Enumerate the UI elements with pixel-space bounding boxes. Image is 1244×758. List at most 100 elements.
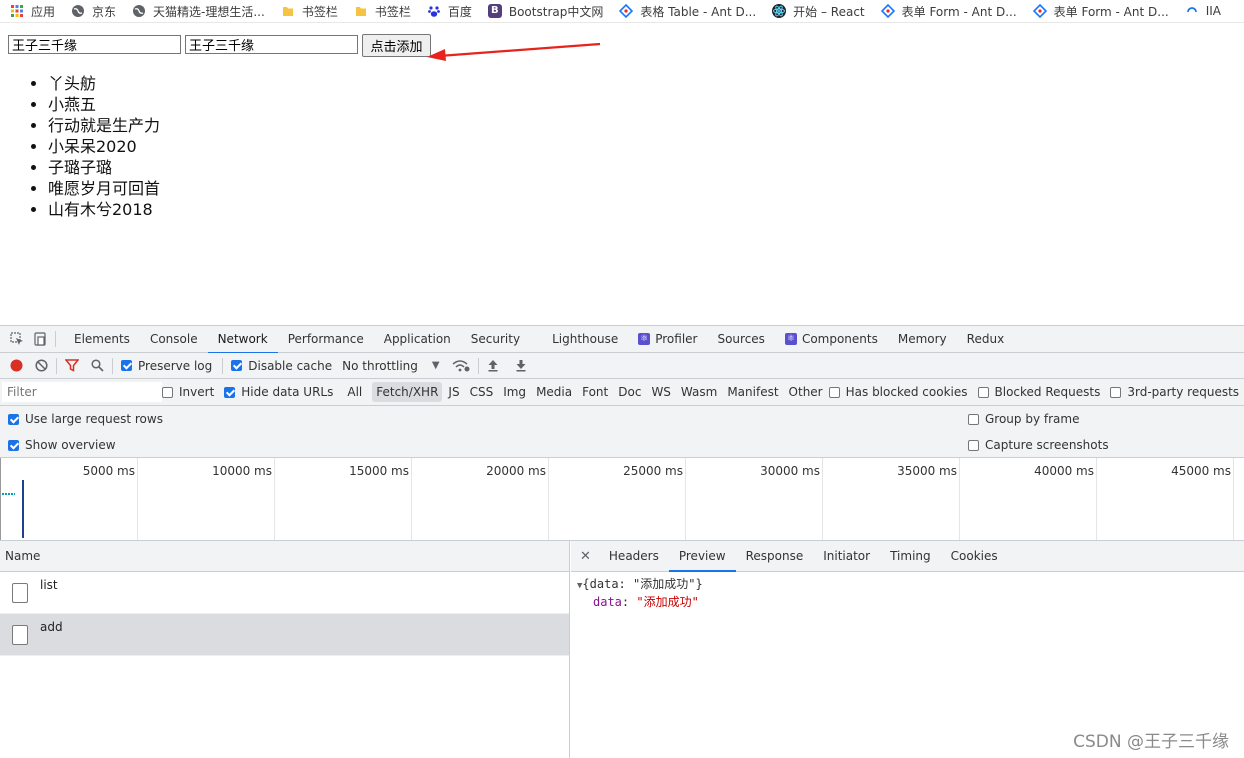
record-icon[interactable] bbox=[10, 359, 23, 372]
show-overview-label: Show overview bbox=[25, 438, 116, 452]
search-icon[interactable] bbox=[91, 359, 104, 372]
third-party-requests-checkbox[interactable]: 3rd-party requests bbox=[1110, 385, 1239, 399]
invert-label: Invert bbox=[179, 385, 215, 399]
tab-components[interactable]: ⚛ Components bbox=[775, 326, 888, 353]
tab-memory[interactable]: Memory bbox=[888, 326, 957, 353]
filter-type-manifest[interactable]: Manifest bbox=[723, 382, 782, 402]
bookmark-apps[interactable]: 应用 bbox=[10, 0, 55, 22]
checkbox-unchecked bbox=[828, 386, 840, 398]
ant-design-icon bbox=[619, 4, 634, 18]
request-list: Name list add bbox=[0, 541, 570, 758]
bookmarks-bar: 应用 京东 天猫精选-理想生活... 书签栏 书签栏 百度 B Bootstra… bbox=[0, 0, 1244, 23]
request-row-list[interactable]: list bbox=[0, 572, 569, 614]
ant-design-icon bbox=[1032, 4, 1047, 18]
disable-cache-label: Disable cache bbox=[248, 358, 333, 373]
import-har-icon[interactable] bbox=[487, 359, 499, 372]
tab-preview[interactable]: Preview bbox=[668, 541, 736, 572]
timeline-tick-label: 20000 ms bbox=[486, 464, 546, 478]
add-button[interactable]: 点击添加 bbox=[362, 34, 431, 57]
filter-funnel-icon[interactable] bbox=[65, 359, 79, 372]
checkbox-unchecked bbox=[162, 386, 173, 398]
filter-type-media[interactable]: Media bbox=[532, 382, 576, 402]
network-overview-timeline[interactable]: 5000 ms 10000 ms 15000 ms 20000 ms 25000… bbox=[0, 458, 1244, 541]
tab-security[interactable]: Security bbox=[461, 326, 542, 353]
react-extension-icon: ⚛ bbox=[638, 333, 651, 345]
bookmark-bootstrap[interactable]: B Bootstrap中文网 bbox=[487, 0, 604, 22]
toolbar-divider bbox=[56, 357, 57, 374]
network-conditions-icon[interactable] bbox=[452, 359, 470, 372]
has-blocked-cookies-checkbox[interactable]: Has blocked cookies bbox=[828, 385, 968, 399]
bookmark-antd-table[interactable]: 表格 Table - Ant D... bbox=[619, 0, 756, 22]
checkbox-checked bbox=[8, 439, 19, 451]
tab-profiler[interactable]: ⚛ Profiler bbox=[628, 326, 707, 353]
preserve-log-label: Preserve log bbox=[138, 358, 213, 373]
bookmark-antd-form-2[interactable]: 表单 Form - Ant D... bbox=[1032, 0, 1169, 22]
filter-type-font[interactable]: Font bbox=[578, 382, 612, 402]
bookmark-tmall[interactable]: 天猫精选-理想生活... bbox=[132, 0, 265, 22]
name-input-2[interactable] bbox=[185, 35, 358, 54]
device-toolbar-icon[interactable] bbox=[33, 332, 47, 346]
large-rows-checkbox[interactable]: Use large request rows bbox=[8, 412, 163, 426]
preserve-log-checkbox[interactable]: Preserve log bbox=[121, 359, 212, 373]
json-root-row[interactable]: ▼{data: "添加成功"} bbox=[577, 576, 1244, 594]
tab-timing[interactable]: Timing bbox=[880, 541, 941, 571]
bookmark-folder-2[interactable]: 书签栏 bbox=[354, 0, 411, 22]
filter-type-all[interactable]: All bbox=[343, 382, 366, 402]
third-party-requests-label: 3rd-party requests bbox=[1127, 385, 1240, 399]
group-by-frame-checkbox[interactable]: Group by frame bbox=[968, 412, 1079, 426]
tab-cookies[interactable]: Cookies bbox=[941, 541, 1008, 571]
bookmark-iia[interactable]: IIA bbox=[1185, 0, 1221, 22]
export-har-icon[interactable] bbox=[515, 359, 527, 372]
request-row-add[interactable]: add bbox=[0, 614, 569, 656]
timeline-tick-label: 35000 ms bbox=[897, 464, 957, 478]
bookmark-antd-form-1[interactable]: 表单 Form - Ant D... bbox=[880, 0, 1017, 22]
tab-console[interactable]: Console bbox=[140, 326, 208, 353]
bookmark-jd[interactable]: 京东 bbox=[71, 0, 116, 22]
tab-application[interactable]: Application bbox=[374, 326, 461, 353]
filter-type-img[interactable]: Img bbox=[499, 382, 530, 402]
blocked-requests-checkbox[interactable]: Blocked Requests bbox=[977, 385, 1100, 399]
column-header-name[interactable]: Name bbox=[0, 541, 569, 572]
tab-sources[interactable]: Sources bbox=[707, 326, 774, 353]
bookmark-label: Bootstrap中文网 bbox=[508, 4, 604, 19]
timeline-gridline bbox=[274, 458, 275, 540]
filter-type-doc[interactable]: Doc bbox=[614, 382, 645, 402]
filter-type-ws[interactable]: WS bbox=[647, 382, 674, 402]
clear-icon[interactable] bbox=[35, 359, 48, 372]
bookmark-label: 天猫精选-理想生活... bbox=[153, 4, 265, 19]
close-icon[interactable]: ✕ bbox=[571, 549, 599, 564]
tab-initiator[interactable]: Initiator bbox=[813, 541, 880, 571]
disable-cache-checkbox[interactable]: Disable cache bbox=[231, 359, 332, 373]
hide-data-urls-checkbox[interactable]: Hide data URLs bbox=[224, 385, 333, 399]
tab-network[interactable]: Network bbox=[207, 326, 278, 354]
filter-type-other[interactable]: Other bbox=[785, 382, 827, 402]
filter-type-css[interactable]: CSS bbox=[466, 382, 498, 402]
filter-type-wasm[interactable]: Wasm bbox=[677, 382, 721, 402]
tab-lighthouse[interactable]: Lighthouse bbox=[542, 326, 628, 353]
bookmark-label: 百度 bbox=[447, 4, 472, 19]
timeline-gridline bbox=[137, 458, 138, 540]
red-arrow-annotation bbox=[427, 42, 601, 61]
filter-type-js[interactable]: JS bbox=[444, 382, 463, 402]
filter-input[interactable] bbox=[2, 382, 162, 402]
tab-headers[interactable]: Headers bbox=[599, 541, 669, 571]
bookmark-react[interactable]: 开始 – React bbox=[772, 0, 865, 22]
tab-performance[interactable]: Performance bbox=[278, 326, 374, 353]
capture-screenshots-checkbox[interactable]: Capture screenshots bbox=[968, 438, 1109, 452]
json-preview: ▼{data: "添加成功"} data: "添加成功" bbox=[571, 572, 1244, 610]
tab-response[interactable]: Response bbox=[736, 541, 814, 571]
bookmark-folder-1[interactable]: 书签栏 bbox=[281, 0, 338, 22]
name-input-1[interactable] bbox=[8, 35, 181, 54]
filter-type-fetch-xhr[interactable]: Fetch/XHR bbox=[372, 382, 443, 402]
show-overview-checkbox[interactable]: Show overview bbox=[8, 438, 116, 452]
bookmark-label: 开始 – React bbox=[793, 4, 865, 19]
bookmark-label: 表单 Form - Ant D... bbox=[1053, 4, 1169, 19]
invert-checkbox[interactable]: Invert bbox=[162, 385, 214, 399]
inspect-element-icon[interactable] bbox=[10, 332, 24, 346]
timeline-tick-label: 15000 ms bbox=[349, 464, 409, 478]
checkbox-unchecked bbox=[1110, 386, 1122, 398]
tab-elements[interactable]: Elements bbox=[64, 326, 140, 353]
bookmark-baidu[interactable]: 百度 bbox=[427, 0, 472, 22]
tab-redux[interactable]: Redux bbox=[957, 326, 1015, 353]
throttling-select[interactable]: No throttling ▼ bbox=[342, 359, 439, 373]
